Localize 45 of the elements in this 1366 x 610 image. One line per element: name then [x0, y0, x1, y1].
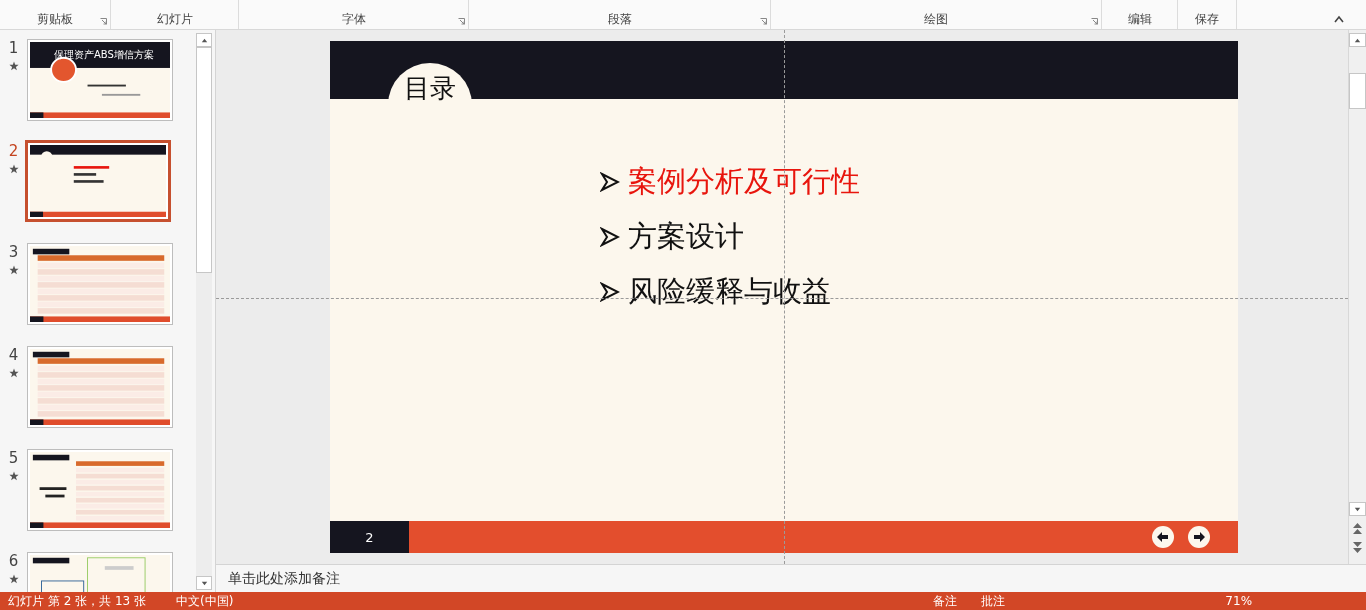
star-icon	[8, 164, 19, 174]
page-number: 2	[365, 529, 374, 545]
slide-info: 幻灯片 第 2 张，共 13 张	[8, 593, 146, 609]
star-icon	[8, 61, 19, 71]
slide-number: 4	[8, 346, 19, 364]
star-icon	[8, 471, 19, 481]
dialog-launcher-icon[interactable]	[760, 18, 767, 25]
slide-number: 3	[8, 243, 19, 261]
agenda-item: 方案设计	[628, 219, 744, 254]
slide-heading: 目录	[404, 73, 456, 105]
slide-number: 6	[8, 552, 19, 570]
ribbon-group-label: 字体	[341, 11, 366, 27]
slide-number: 2	[8, 142, 19, 160]
scroll-up-button[interactable]	[196, 33, 212, 47]
ribbon-group-label: 保存	[1195, 11, 1219, 27]
agenda-item: 风险缓释与收益	[628, 274, 831, 309]
notes-toggle[interactable]: 备注	[933, 593, 958, 609]
slide-number: 5	[8, 449, 19, 467]
dialog-launcher-icon[interactable]	[458, 18, 465, 25]
scrollbar-thumb[interactable]	[1349, 73, 1366, 109]
ribbon-group-label: 剪贴板	[37, 11, 73, 27]
star-icon	[8, 368, 19, 378]
scroll-down-button[interactable]	[1349, 502, 1366, 516]
arrow-bullet-icon	[600, 226, 620, 247]
ribbon-group-label: 绘图	[924, 11, 948, 27]
scrollbar-thumb[interactable]	[196, 47, 212, 273]
ribbon-group-label: 编辑	[1127, 11, 1152, 27]
collapse-ribbon-icon[interactable]	[1334, 15, 1344, 23]
zoom-level[interactable]: 71%	[1225, 593, 1253, 609]
language[interactable]: 中文(中国)	[176, 593, 234, 609]
notes-placeholder: 单击此处添加备注	[228, 569, 340, 588]
dialog-launcher-icon[interactable]	[100, 18, 107, 25]
agenda-item: 案例分析及可行性	[628, 164, 860, 199]
comments-toggle[interactable]: 批注	[981, 593, 1006, 609]
slide-number: 1	[8, 39, 19, 57]
scroll-down-button[interactable]	[196, 576, 212, 590]
notes-pane[interactable]: 单击此处添加备注	[216, 564, 1366, 592]
star-icon	[8, 265, 19, 275]
ribbon-group-label: 段落	[607, 11, 632, 27]
arrow-bullet-icon	[600, 281, 620, 302]
star-icon	[8, 574, 19, 584]
dialog-launcher-icon[interactable]	[1091, 18, 1098, 25]
ribbon-group-label: 幻灯片	[156, 11, 193, 27]
arrow-bullet-icon	[600, 171, 620, 192]
scroll-up-button[interactable]	[1349, 33, 1366, 47]
